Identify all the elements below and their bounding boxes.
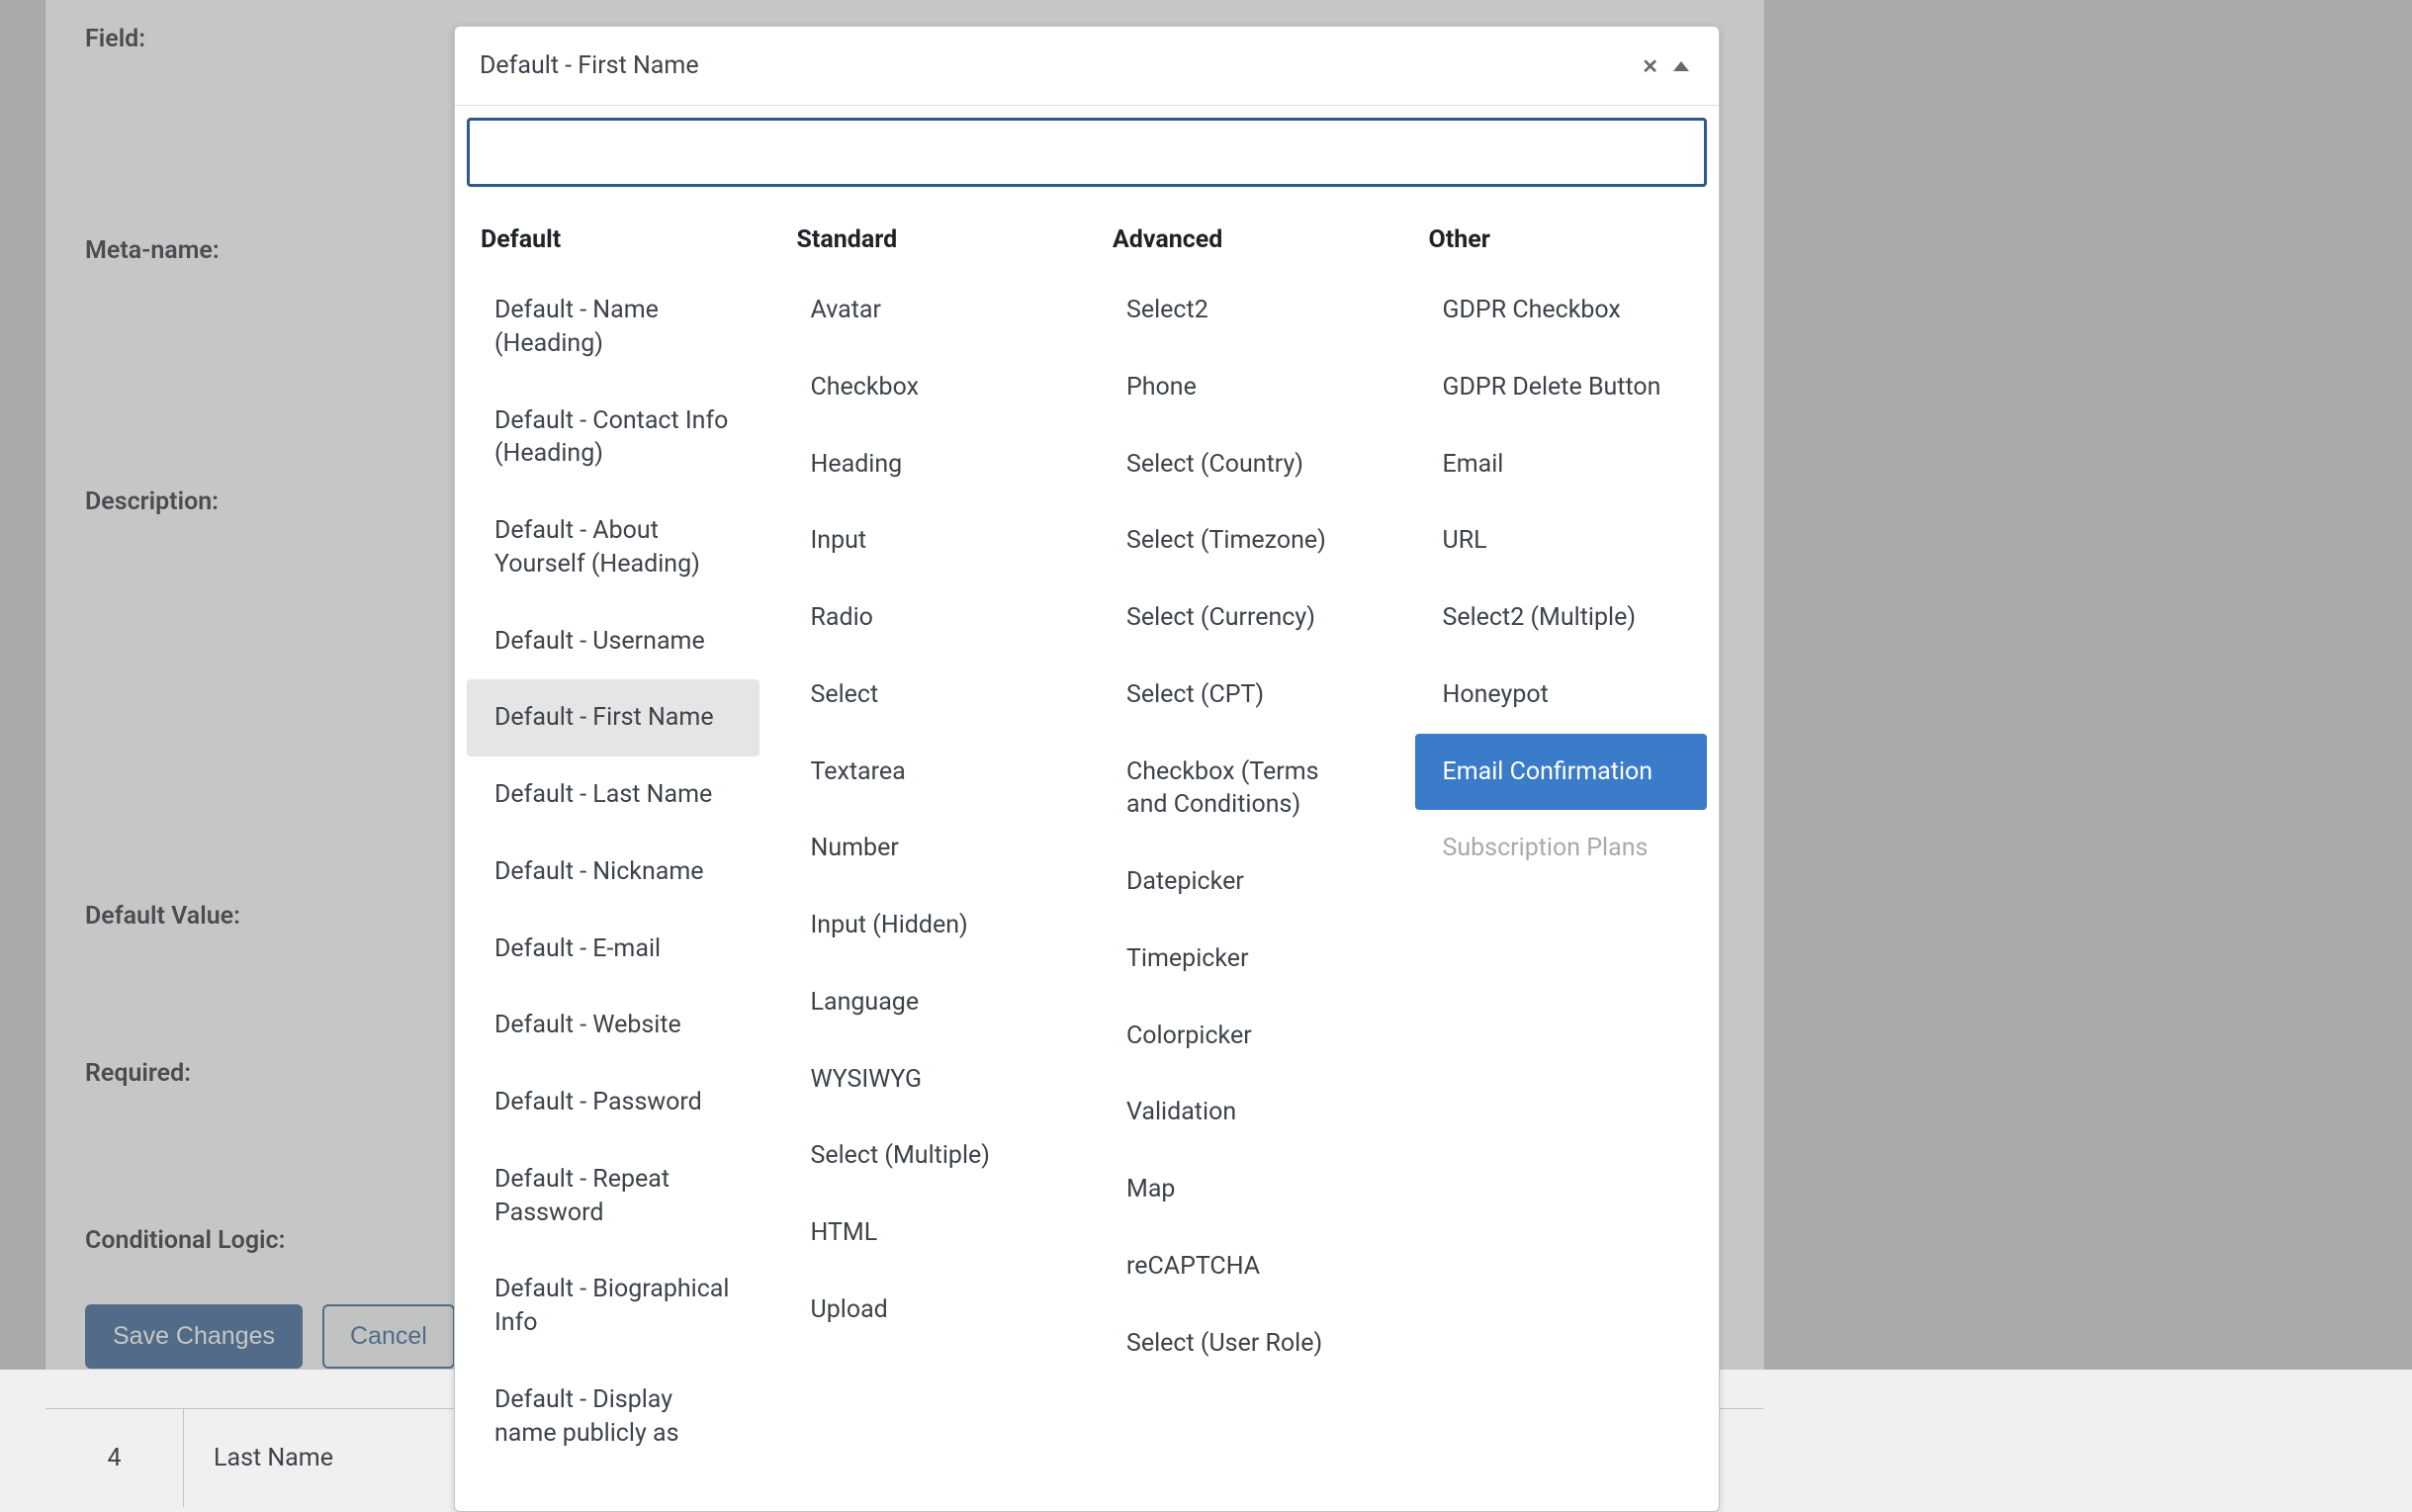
dropdown-search-wrapper (455, 106, 1719, 199)
dropdown-option[interactable]: GDPR Checkbox (1415, 272, 1708, 349)
dropdown-option[interactable]: Checkbox (783, 349, 1076, 426)
table-row-name: Last Name (184, 1409, 363, 1507)
dropdown-selected-value: Default - First Name (480, 51, 699, 80)
dropdown-option[interactable]: Radio (783, 579, 1076, 657)
dropdown-controls: ✕ (1642, 54, 1689, 78)
dropdown-option[interactable]: Textarea (783, 734, 1076, 811)
dropdown-option[interactable]: Select (Country) (1099, 426, 1391, 503)
dropdown-option[interactable]: Avatar (783, 272, 1076, 349)
dropdown-column: OtherGDPR CheckboxGDPR Delete ButtonEmai… (1403, 214, 1720, 1471)
dropdown-option[interactable]: Map (1099, 1151, 1391, 1228)
dropdown-option[interactable]: Default - Password (467, 1064, 759, 1141)
dropdown-option[interactable]: HTML (783, 1195, 1076, 1272)
dropdown-option[interactable]: Default - Biographical Info (467, 1251, 759, 1362)
dropdown-option[interactable]: WYSIWYG (783, 1041, 1076, 1118)
dropdown-option[interactable]: Select (783, 657, 1076, 734)
dropdown-option[interactable]: Select2 (Multiple) (1415, 579, 1708, 657)
dropdown-option[interactable]: Default - Display name publicly as (467, 1362, 759, 1472)
dropdown-option[interactable]: Select (CPT) (1099, 657, 1391, 734)
dropdown-option[interactable]: Select (Timezone) (1099, 502, 1391, 579)
dropdown-option[interactable]: Phone (1099, 349, 1391, 426)
dropdown-option[interactable]: Default - Name (Heading) (467, 272, 759, 383)
dropdown-option[interactable]: Language (783, 964, 1076, 1041)
column-header: Advanced (1099, 214, 1391, 272)
dropdown-option[interactable]: Datepicker (1099, 844, 1391, 921)
dropdown-columns: DefaultDefault - Name (Heading)Default -… (455, 199, 1719, 1511)
dropdown-option[interactable]: Default - Username (467, 603, 759, 680)
search-input[interactable] (467, 118, 1707, 187)
dropdown-option[interactable]: reCAPTCHA (1099, 1228, 1391, 1305)
dropdown-option[interactable]: Colorpicker (1099, 998, 1391, 1075)
dropdown-column: DefaultDefault - Name (Heading)Default -… (455, 214, 771, 1471)
dropdown-option[interactable]: Select (Multiple) (783, 1117, 1076, 1195)
close-icon[interactable]: ✕ (1642, 54, 1658, 78)
dropdown-column: StandardAvatarCheckboxHeadingInputRadioS… (771, 214, 1088, 1471)
column-header: Standard (783, 214, 1076, 272)
dropdown-option[interactable]: Honeypot (1415, 657, 1708, 734)
dropdown-option[interactable]: URL (1415, 502, 1708, 579)
dropdown-column: AdvancedSelect2PhoneSelect (Country)Sele… (1087, 214, 1403, 1471)
dropdown-header[interactable]: Default - First Name ✕ (455, 27, 1719, 106)
dropdown-option[interactable]: Email (1415, 426, 1708, 503)
dropdown-option[interactable]: Validation (1099, 1074, 1391, 1151)
dropdown-option: Subscription Plans (1415, 810, 1708, 887)
dropdown-option[interactable]: Default - Nickname (467, 834, 759, 911)
field-type-dropdown: Default - First Name ✕ DefaultDefault - … (454, 26, 1720, 1512)
column-header: Default (467, 214, 759, 272)
dropdown-option[interactable]: Default - First Name (467, 679, 759, 756)
table-row-number: 4 (45, 1409, 184, 1507)
dropdown-option[interactable]: Default - Last Name (467, 756, 759, 834)
dropdown-option[interactable]: GDPR Delete Button (1415, 349, 1708, 426)
dropdown-option[interactable]: Default - E-mail (467, 911, 759, 988)
dropdown-option[interactable]: Default - Website (467, 987, 759, 1064)
dropdown-option[interactable]: Select (Currency) (1099, 579, 1391, 657)
column-header: Other (1415, 214, 1708, 272)
dropdown-option[interactable]: Number (783, 810, 1076, 887)
dropdown-option[interactable]: Upload (783, 1272, 1076, 1349)
dropdown-option[interactable]: Select (User Role) (1099, 1305, 1391, 1382)
chevron-up-icon[interactable] (1673, 61, 1689, 71)
dropdown-option[interactable]: Timepicker (1099, 921, 1391, 998)
dropdown-option[interactable]: Select2 (1099, 272, 1391, 349)
dropdown-option[interactable]: Email Confirmation (1415, 734, 1708, 811)
dropdown-option[interactable]: Default - About Yourself (Heading) (467, 492, 759, 603)
dropdown-option[interactable]: Checkbox (Terms and Conditions) (1099, 734, 1391, 845)
dropdown-option[interactable]: Default - Repeat Password (467, 1141, 759, 1252)
dropdown-option[interactable]: Input (Hidden) (783, 887, 1076, 964)
dropdown-option[interactable]: Input (783, 502, 1076, 579)
dropdown-option[interactable]: Default - Contact Info (Heading) (467, 383, 759, 493)
dropdown-option[interactable]: Heading (783, 426, 1076, 503)
